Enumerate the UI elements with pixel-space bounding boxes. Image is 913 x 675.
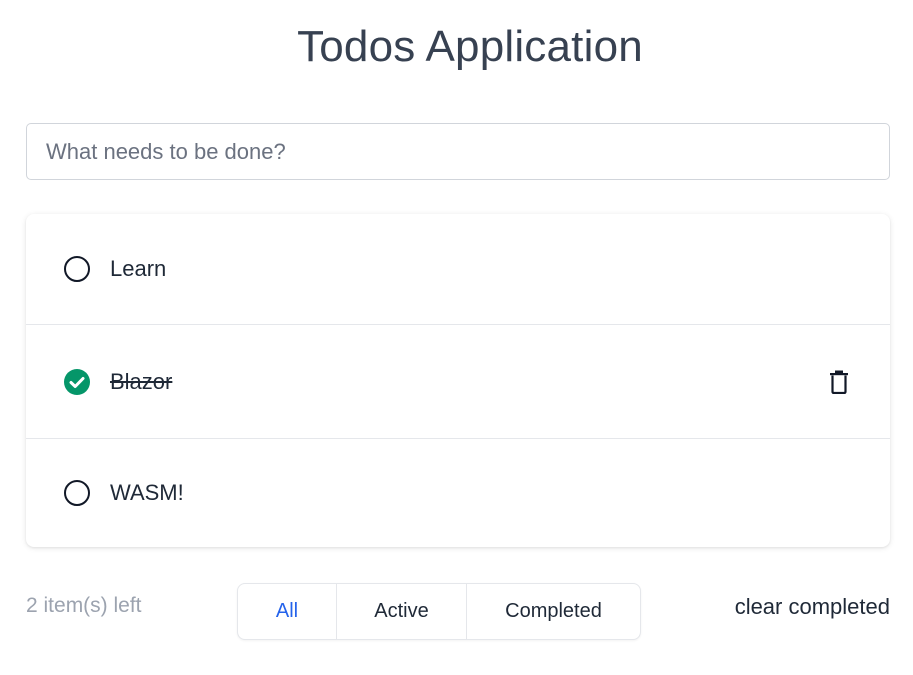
page-title: Todos Application <box>297 22 643 71</box>
circle-outline-icon[interactable] <box>64 256 90 282</box>
todo-item: Blazor <box>26 324 890 438</box>
checkmark-icon <box>69 376 85 388</box>
todo-list: Learn Blazor WASM! <box>26 214 890 547</box>
todo-item-label[interactable]: Learn <box>110 256 166 282</box>
trash-icon[interactable] <box>828 369 850 395</box>
todo-item-label[interactable]: WASM! <box>110 480 184 506</box>
todo-item: Learn <box>26 214 890 324</box>
circle-outline-icon[interactable] <box>64 480 90 506</box>
filter-completed-button[interactable]: Completed <box>466 584 640 639</box>
filter-group: All Active Completed <box>237 583 641 640</box>
filter-active-button[interactable]: Active <box>336 584 466 639</box>
todo-item: WASM! <box>26 438 890 547</box>
new-todo-input[interactable] <box>26 123 890 180</box>
check-circle-icon[interactable] <box>64 368 90 395</box>
filter-all-button[interactable]: All <box>238 584 336 639</box>
todo-app: Todos Application Learn Blazor <box>0 0 913 675</box>
clear-completed-button[interactable]: clear completed <box>735 594 890 620</box>
items-left-count: 2 item(s) left <box>26 594 142 617</box>
todo-item-label[interactable]: Blazor <box>110 369 172 395</box>
